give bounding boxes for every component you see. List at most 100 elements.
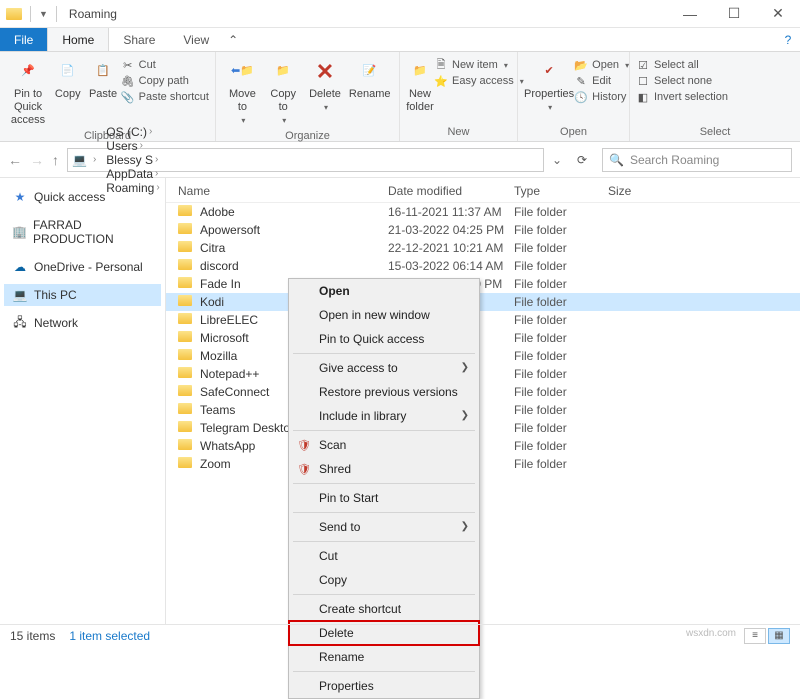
- select-all-button[interactable]: ☑Select all: [636, 58, 728, 72]
- col-size[interactable]: Size: [608, 184, 788, 198]
- column-headers[interactable]: Name Date modified Type Size: [166, 178, 800, 203]
- file-row[interactable]: MozillaFile folder: [166, 347, 800, 365]
- tab-file[interactable]: File: [0, 28, 47, 51]
- address-dropdown-button[interactable]: ⌄: [552, 153, 562, 167]
- minimize-button[interactable]: ―: [668, 0, 712, 28]
- refresh-button[interactable]: ⟳: [570, 153, 594, 167]
- ctx-give-access[interactable]: Give access to❯: [289, 356, 479, 380]
- ctx-cut[interactable]: Cut: [289, 544, 479, 568]
- tab-home[interactable]: Home: [47, 28, 109, 51]
- tab-share[interactable]: Share: [109, 28, 169, 51]
- file-row[interactable]: discord15-03-2022 06:14 AMFile folder: [166, 257, 800, 275]
- file-row[interactable]: Citra22-12-2021 10:21 AMFile folder: [166, 239, 800, 257]
- paste-button[interactable]: 📋Paste: [85, 56, 120, 101]
- nav-network[interactable]: 🖧Network: [4, 312, 161, 334]
- folder-icon: [178, 313, 196, 327]
- back-button[interactable]: ←: [8, 152, 22, 168]
- quick-access-down-icon[interactable]: ▼: [39, 9, 48, 19]
- close-button[interactable]: ✕: [756, 0, 800, 28]
- copy-path-icon: 🖇: [121, 74, 135, 88]
- nav-onedrive[interactable]: ☁OneDrive - Personal: [4, 256, 161, 278]
- file-row[interactable]: MicrosoftFile folder: [166, 329, 800, 347]
- ctx-include-library[interactable]: Include in library❯: [289, 404, 479, 428]
- ctx-restore-previous[interactable]: Restore previous versions: [289, 380, 479, 404]
- copy-to-button[interactable]: 📁Copy to: [263, 56, 304, 128]
- ctx-send-to[interactable]: Send to❯: [289, 515, 479, 539]
- paste-shortcut-button[interactable]: 📎Paste shortcut: [121, 90, 209, 104]
- file-row[interactable]: Notepad++File folder: [166, 365, 800, 383]
- pin-to-quick-access-button[interactable]: 📌Pin to Quick access: [6, 56, 50, 128]
- file-row[interactable]: ZoomFile folder: [166, 455, 800, 473]
- ctx-properties[interactable]: Properties: [289, 674, 479, 698]
- ribbon-collapse-button[interactable]: ⌃: [223, 28, 243, 51]
- file-row[interactable]: WhatsAppFile folder: [166, 437, 800, 455]
- delete-button[interactable]: ✕Delete: [304, 56, 347, 114]
- ctx-scan[interactable]: 🛡Scan: [289, 433, 479, 457]
- edit-button[interactable]: ✎Edit: [574, 74, 629, 88]
- ctx-open-new-window[interactable]: Open in new window: [289, 303, 479, 327]
- new-item-icon: 🗎: [434, 58, 448, 72]
- up-button[interactable]: ↑: [52, 152, 59, 168]
- file-type: File folder: [514, 439, 608, 453]
- open-button[interactable]: 📂Open: [574, 58, 629, 72]
- status-selected-count: 1 item selected: [69, 629, 150, 643]
- easy-access-icon: ⭐: [434, 74, 448, 88]
- breadcrumb-segment[interactable]: Users ›: [102, 139, 165, 153]
- copy-path-button[interactable]: 🖇Copy path: [121, 74, 209, 88]
- breadcrumb[interactable]: 💻 › OS (C:) ›Users ›Blessy S ›AppData ›R…: [67, 148, 544, 172]
- col-name[interactable]: Name: [178, 184, 388, 198]
- file-row[interactable]: Telegram DesktopFile folder: [166, 419, 800, 437]
- file-row[interactable]: Adobe16-11-2021 11:37 AMFile folder: [166, 203, 800, 221]
- col-type[interactable]: Type: [514, 184, 608, 198]
- move-to-icon: ⬅📁: [228, 58, 256, 86]
- ctx-create-shortcut[interactable]: Create shortcut: [289, 597, 479, 621]
- search-input[interactable]: 🔍 Search Roaming: [602, 148, 792, 172]
- file-type: File folder: [514, 421, 608, 435]
- maximize-button[interactable]: ☐: [712, 0, 756, 28]
- copy-button[interactable]: 📄Copy: [50, 56, 85, 101]
- rename-button[interactable]: 📝Rename: [346, 56, 393, 101]
- breadcrumb-segment[interactable]: Blessy S ›: [102, 153, 165, 167]
- history-icon: 🕓: [574, 90, 588, 104]
- copy-icon: 📄: [54, 58, 82, 86]
- nav-quick-access[interactable]: ★Quick access: [4, 186, 161, 208]
- folder-icon: [178, 367, 196, 381]
- tab-view[interactable]: View: [169, 28, 223, 51]
- chevron-right-icon: ❯: [461, 521, 469, 532]
- new-item-button[interactable]: 🗎New item: [434, 58, 524, 72]
- move-to-button[interactable]: ⬅📁Move to: [222, 56, 263, 128]
- ctx-pin-quick-access[interactable]: Pin to Quick access: [289, 327, 479, 351]
- ctx-copy[interactable]: Copy: [289, 568, 479, 592]
- properties-button[interactable]: ✔Properties: [524, 56, 574, 114]
- select-none-button[interactable]: ☐Select none: [636, 74, 728, 88]
- file-type: File folder: [514, 241, 608, 255]
- view-details-button[interactable]: ≡: [744, 628, 766, 644]
- view-icons-button[interactable]: ▦: [768, 628, 790, 644]
- help-icon[interactable]: ?: [776, 28, 800, 51]
- folder-icon: [178, 223, 196, 237]
- ctx-shred[interactable]: 🛡Shred: [289, 457, 479, 481]
- col-date[interactable]: Date modified: [388, 184, 514, 198]
- file-row[interactable]: TeamsFile folder: [166, 401, 800, 419]
- forward-button[interactable]: →: [30, 152, 44, 168]
- file-row[interactable]: SafeConnectFile folder: [166, 383, 800, 401]
- nav-farrad[interactable]: 🏢FARRAD PRODUCTION: [4, 214, 161, 250]
- ctx-open[interactable]: Open: [289, 279, 479, 303]
- file-row[interactable]: KodiFile folder: [166, 293, 800, 311]
- nav-this-pc[interactable]: 💻This PC: [4, 284, 161, 306]
- breadcrumb-segment[interactable]: OS (C:) ›: [102, 125, 165, 139]
- ribbon-tabs: File Home Share View ⌃ ?: [0, 28, 800, 52]
- file-row[interactable]: Apowersoft21-03-2022 04:25 PMFile folder: [166, 221, 800, 239]
- ctx-rename[interactable]: Rename: [289, 645, 479, 669]
- file-row[interactable]: LibreELECFile folder: [166, 311, 800, 329]
- easy-access-button[interactable]: ⭐Easy access: [434, 74, 524, 88]
- invert-selection-icon: ◧: [636, 90, 650, 104]
- paste-shortcut-icon: 📎: [121, 90, 135, 104]
- new-folder-button[interactable]: 📁New folder: [406, 56, 434, 114]
- file-row[interactable]: Fade In26-11-2021 11:10 PMFile folder: [166, 275, 800, 293]
- shield-icon: 🛡: [297, 439, 311, 453]
- invert-selection-button[interactable]: ◧Invert selection: [636, 90, 728, 104]
- cut-button[interactable]: ✂Cut: [121, 58, 209, 72]
- ctx-pin-start[interactable]: Pin to Start: [289, 486, 479, 510]
- history-button[interactable]: 🕓History: [574, 90, 629, 104]
